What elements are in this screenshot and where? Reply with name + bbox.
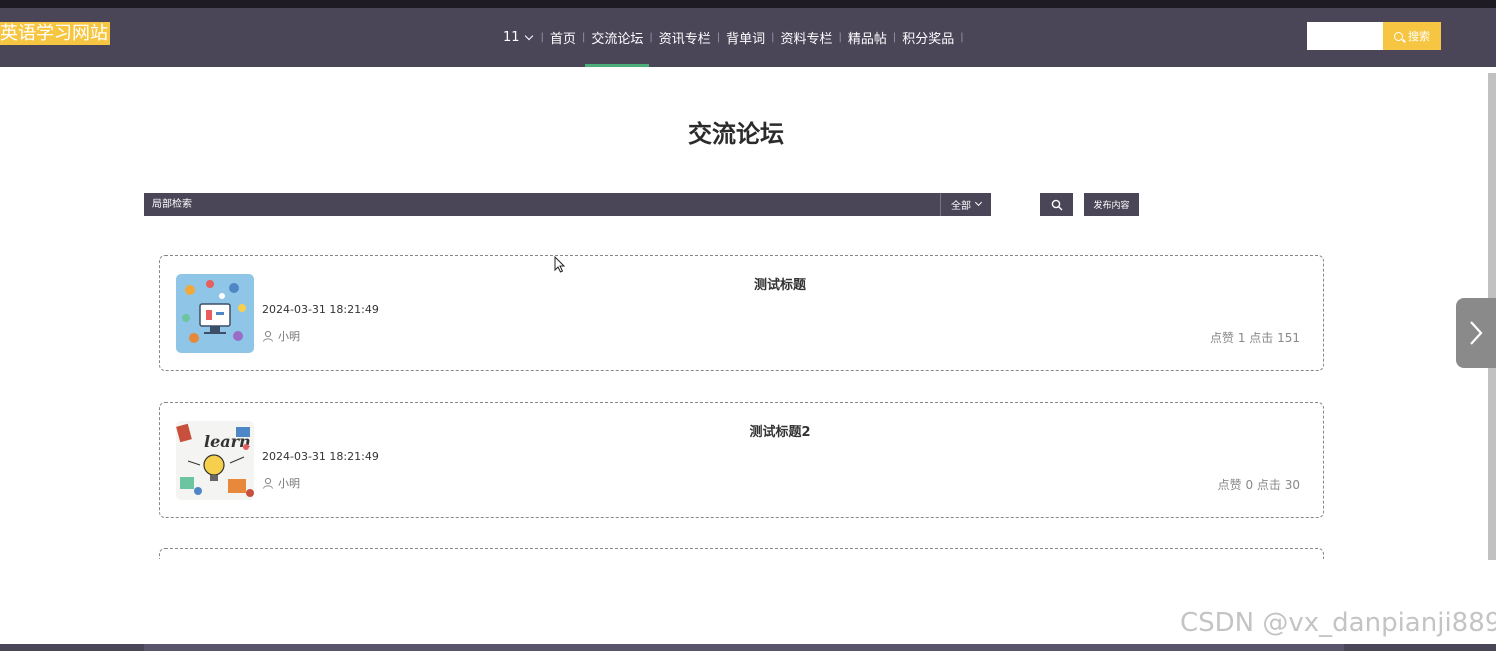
post-time: 2024-03-31 18:21:49	[262, 450, 379, 463]
chevron-down-icon	[524, 31, 533, 40]
nav-item-vocabulary[interactable]: 背单词	[721, 8, 770, 67]
window-top-border	[0, 0, 1496, 8]
post-title[interactable]: 测试标题	[360, 274, 1200, 293]
page-title: 交流论坛	[688, 120, 784, 148]
post-author: 小明	[262, 328, 300, 344]
post-stats: 点赞 1 点击 151	[1210, 331, 1300, 345]
top-navbar: 英语学习网站 11 | 首页 | 交流论坛 | 资讯专栏 | 背单词 | 资料专…	[0, 8, 1496, 67]
nav-item-home[interactable]: 首页	[545, 8, 581, 67]
search-icon	[1051, 199, 1062, 210]
post-title[interactable]: 测试标题2	[360, 421, 1200, 440]
post-stats: 点赞 0 点击 30	[1217, 478, 1300, 492]
post-card[interactable]	[159, 548, 1324, 559]
post-author: 小明	[262, 475, 300, 491]
category-select-label: 全部	[951, 201, 971, 212]
publish-button[interactable]: 发布内容	[1084, 193, 1139, 216]
header-search-button-label: 搜索	[1408, 30, 1430, 43]
watermark: CSDN @vx_danpianji889	[1180, 608, 1496, 638]
footer-bar	[0, 644, 1496, 651]
search-button[interactable]	[1040, 193, 1073, 216]
post-author-name: 小明	[278, 477, 300, 490]
nav-item-forum[interactable]: 交流论坛	[585, 8, 650, 67]
nav-item-featured[interactable]: 精品帖	[843, 8, 892, 67]
search-icon	[1394, 31, 1403, 41]
post-author-name: 小明	[278, 330, 300, 343]
local-search-input[interactable]	[144, 193, 940, 216]
nav-separator: |	[960, 32, 964, 43]
post-card[interactable]: 测试标题 2024-03-31 18:21:49 小明 点赞 1 点击 151	[159, 255, 1324, 371]
main-nav: 11 | 首页 | 交流论坛 | 资讯专栏 | 背单词 | 资料专栏 | 精品帖…	[495, 8, 965, 67]
category-select[interactable]: 全部	[940, 193, 991, 216]
mouse-cursor-icon	[554, 256, 566, 273]
nav-item-rewards[interactable]: 积分奖品	[897, 8, 959, 67]
user-menu-label: 11	[503, 30, 520, 45]
nav-item-materials[interactable]: 资料专栏	[775, 8, 837, 67]
post-card[interactable]: learn 测试标题2 2024-03-31 18:21:49 小明 点赞 0 …	[159, 402, 1324, 518]
chevron-right-icon	[1470, 321, 1483, 345]
user-icon	[263, 477, 273, 489]
post-thumbnail	[176, 274, 254, 353]
filter-bar: 全部	[144, 193, 991, 216]
post-time: 2024-03-31 18:21:49	[262, 303, 379, 316]
post-thumbnail: learn	[176, 421, 254, 500]
chevron-down-icon	[974, 198, 983, 207]
next-page-button[interactable]	[1456, 298, 1496, 368]
site-logo[interactable]: 英语学习网站	[0, 22, 110, 45]
footer-inner	[144, 644, 1344, 651]
header-search-button[interactable]: 搜索	[1383, 22, 1441, 50]
post-list: 测试标题 2024-03-31 18:21:49 小明 点赞 1 点击 151 …	[150, 248, 1335, 559]
header-search-input[interactable]	[1307, 22, 1383, 50]
user-menu[interactable]: 11	[495, 8, 540, 67]
nav-item-news[interactable]: 资讯专栏	[654, 8, 716, 67]
user-icon	[263, 330, 273, 342]
